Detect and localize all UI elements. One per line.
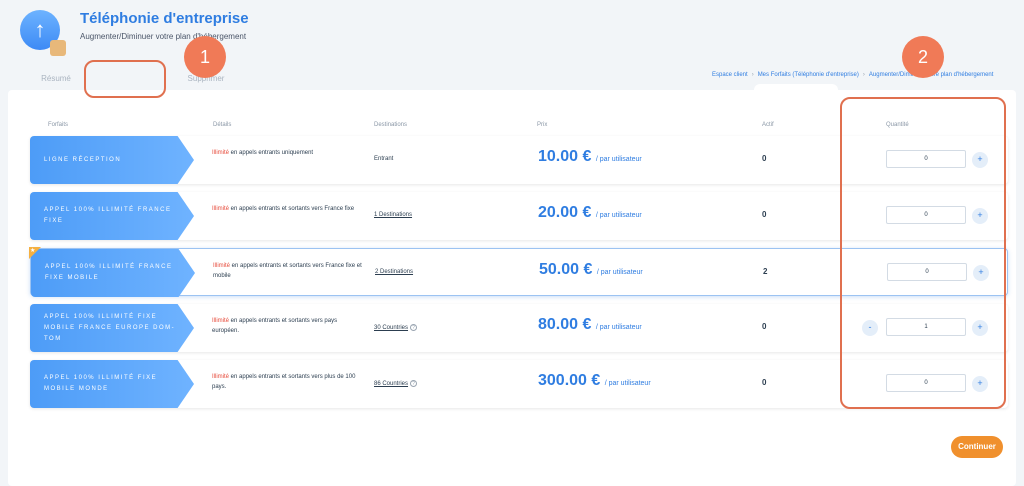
app-icon: ↑ (20, 10, 66, 56)
header-forfaits: Forfaits (48, 122, 69, 128)
annotation-marker: 2 (902, 36, 944, 78)
details-text: en appels entrants et sortants vers plus… (212, 374, 356, 390)
page-title: Téléphonie d'entreprise (80, 10, 249, 27)
continue-button[interactable]: Continuer (951, 436, 1003, 458)
header-destinations: Destinations (374, 122, 408, 128)
annotation-highlight-tab (84, 60, 166, 98)
plan-details: Illimité en appels entrants et sortants … (212, 204, 362, 214)
help-icon[interactable]: ? (410, 324, 418, 331)
annotation-marker: 1 (184, 36, 226, 78)
price-value: 80.00 € (538, 316, 592, 333)
destinations-link[interactable]: 2 Destinations (375, 269, 413, 275)
plan-name: LIGNE RÉCEPTION (30, 136, 194, 184)
plan-details: Illimité en appels entrants uniquement (212, 148, 362, 158)
active-count: 0 (762, 322, 767, 331)
details-text: en appels entrants et sortants vers Fran… (229, 206, 355, 212)
help-icon[interactable]: ? (410, 380, 418, 387)
destinations-text: 86 Countries (374, 381, 409, 387)
details-text: en appels entrants et sortants vers pays… (212, 318, 338, 334)
header-details: Détails (213, 122, 232, 128)
active-count: 0 (762, 210, 767, 219)
price-value: 50.00 € (539, 261, 593, 278)
active-count: 2 (763, 267, 768, 276)
price: 300.00 € / par utilisateur (538, 372, 651, 390)
price: 10.00 € / par utilisateur (538, 148, 642, 166)
destinations-link[interactable]: 1 Destinations (374, 212, 412, 218)
header-prix: Prix (537, 122, 548, 128)
price-unit: / par utilisateur (595, 324, 642, 331)
price-unit: / par utilisateur (595, 212, 642, 219)
plan-details: Illimité en appels entrants et sortants … (212, 316, 362, 336)
breadcrumb-item[interactable]: Espace client (712, 72, 748, 78)
details-text: en appels entrants et sortants vers Fran… (213, 263, 362, 279)
price-value: 10.00 € (538, 148, 592, 165)
destinations-text: 30 Countries (374, 325, 409, 331)
details-text: en appels entrants uniquement (229, 150, 314, 156)
plan-details: Illimité en appels entrants et sortants … (212, 372, 362, 392)
price: 20.00 € / par utilisateur (538, 204, 642, 222)
price: 80.00 € / par utilisateur (538, 316, 642, 334)
plan-name: APPEL 100% ILLIMITÉ FRANCE FIXE (30, 192, 194, 240)
price-value: 20.00 € (538, 204, 592, 221)
price-value: 300.00 € (538, 372, 601, 389)
price-unit: / par utilisateur (595, 156, 642, 163)
plan-name: APPEL 100% ILLIMITÉ FIXE MOBILE FRANCE E… (30, 304, 194, 352)
illimite-label: Illimité (212, 374, 230, 380)
active-count: 0 (762, 378, 767, 387)
illimite-label: Illimité (212, 318, 230, 324)
destinations-link[interactable]: 30 Countries? (374, 324, 418, 331)
price-unit: / par utilisateur (604, 380, 651, 387)
plan-details: Illimité en appels entrants et sortants … (213, 261, 363, 281)
plan-name: APPEL 100% ILLIMITÉ FRANCE FIXE MOBILE (31, 249, 195, 297)
breadcrumb: Espace client › Mes Forfaits (Téléphonie d… (712, 72, 994, 78)
page-subtitle: Augmenter/Diminuer votre plan d'hébergem… (80, 32, 247, 41)
illimite-label: Illimité (212, 150, 230, 156)
annotation-highlight-quantity (840, 97, 1006, 409)
shopping-bag-icon (50, 40, 66, 56)
plan-name: APPEL 100% ILLIMITÉ FIXE MOBILE MONDE (30, 360, 194, 408)
breadcrumb-item[interactable]: Mes Forfaits (Téléphonie d'entreprise) (758, 72, 859, 78)
price-unit: / par utilisateur (596, 269, 643, 276)
price: 50.00 € / par utilisateur (539, 261, 643, 279)
illimite-label: Illimité (212, 206, 230, 212)
destinations-link[interactable]: 86 Countries? (374, 380, 418, 387)
header-actif: Actif (762, 122, 774, 128)
arrow-up-icon: ↑ (34, 17, 46, 42)
illimite-label: Illimité (213, 263, 231, 269)
destinations-value: Entrant (374, 156, 394, 162)
active-count: 0 (762, 154, 767, 163)
